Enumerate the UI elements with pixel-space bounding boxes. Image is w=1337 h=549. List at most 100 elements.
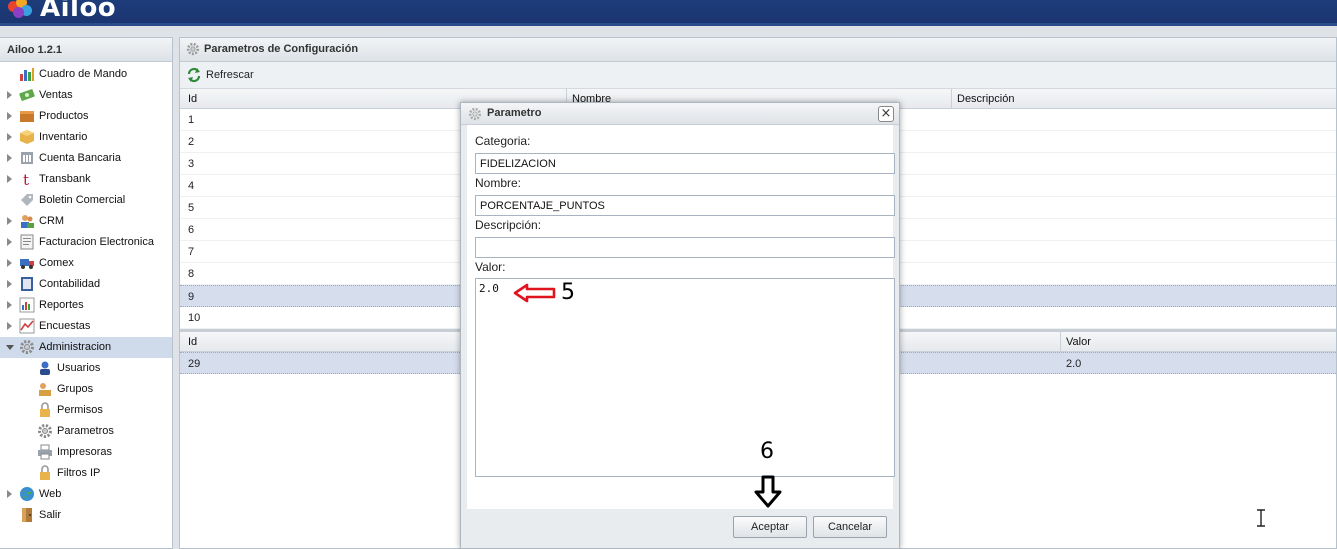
- sidebar-item-label: Transbank: [39, 173, 91, 185]
- sidebar-item-transbank[interactable]: t Transbank: [0, 169, 172, 190]
- down-arrow-icon: [754, 475, 782, 508]
- nav-list: Cuadro de Mando Ventas Productos Inventario…: [0, 62, 172, 526]
- expand-arrow-icon[interactable]: [7, 301, 12, 309]
- expand-arrow-icon[interactable]: [7, 217, 12, 225]
- gear-icon: [468, 107, 482, 121]
- invoice-icon: [19, 234, 35, 250]
- expand-arrow-icon[interactable]: [7, 259, 12, 267]
- expanded-arrow-icon[interactable]: [6, 345, 14, 350]
- sidebar-item-facturacion-electronica[interactable]: Facturacion Electronica: [0, 232, 172, 253]
- sidebar-item-web[interactable]: Web: [0, 484, 172, 505]
- valor-textarea[interactable]: 2.0: [475, 278, 895, 477]
- dialog-form: Categoria: Nombre: Descripción: Valor: 2…: [467, 125, 895, 509]
- app-header: Ailoo: [0, 0, 1337, 26]
- sidebar-item-grupos[interactable]: Grupos: [0, 379, 172, 400]
- expand-arrow-icon[interactable]: [7, 154, 12, 162]
- lock-icon: [37, 402, 53, 418]
- sidebar-item-usuarios[interactable]: Usuarios: [0, 358, 172, 379]
- cell-id: 9: [188, 291, 195, 303]
- cell-id: 3: [188, 158, 195, 170]
- sidebar-item-contabilidad[interactable]: Contabilidad: [0, 274, 172, 295]
- sidebar-item-comex[interactable]: Comex: [0, 253, 172, 274]
- box-icon: [19, 108, 35, 124]
- ledger-icon: [19, 276, 35, 292]
- transbank-icon: t: [19, 171, 35, 189]
- categoria-label: Categoria:: [475, 134, 531, 148]
- sidebar-item-label: CRM: [39, 215, 65, 227]
- lock-icon: [37, 465, 53, 481]
- expand-arrow-icon[interactable]: [7, 238, 12, 246]
- cell-id: 1: [188, 114, 195, 126]
- page-title: Parametros de Configuración: [204, 43, 359, 55]
- column-id[interactable]: Id: [188, 93, 197, 105]
- column-valor[interactable]: Valor: [1066, 336, 1091, 348]
- column-id[interactable]: Id: [188, 336, 197, 348]
- door-icon: [19, 507, 35, 523]
- cell-id: 4: [188, 180, 195, 192]
- sidebar-item-impresoras[interactable]: Impresoras: [0, 442, 172, 463]
- sidebar-item-label: Web: [39, 488, 62, 500]
- sidebar-item-label: Permisos: [57, 404, 103, 416]
- cell-id: 7: [188, 246, 195, 258]
- refresh-label: Refrescar: [206, 69, 254, 81]
- sidebar-item-filtros-ip[interactable]: Filtros IP: [0, 463, 172, 484]
- sidebar-item-label: Impresoras: [57, 446, 113, 458]
- cell-id: 29: [188, 358, 201, 370]
- sidebar-item-parametros[interactable]: Parametros: [0, 421, 172, 442]
- globe-icon: [19, 486, 35, 502]
- refresh-button[interactable]: Refrescar: [186, 67, 254, 83]
- sidebar-title: Ailoo 1.2.1: [0, 38, 172, 62]
- sidebar-item-label: Boletin Comercial: [39, 194, 126, 206]
- gear-icon: [37, 423, 53, 439]
- group-icon: [37, 381, 53, 397]
- sidebar-item-label: Facturacion Electronica: [39, 236, 154, 248]
- panel-header: Parametros de Configuración: [180, 38, 1336, 62]
- truck-icon: [19, 255, 35, 271]
- expand-arrow-icon[interactable]: [7, 175, 12, 183]
- package-icon: [19, 129, 35, 145]
- sidebar-item-cuadro-de-mando[interactable]: Cuadro de Mando: [0, 64, 172, 85]
- expand-arrow-icon[interactable]: [7, 112, 12, 120]
- sidebar-item-crm[interactable]: CRM: [0, 211, 172, 232]
- sidebar-item-boletin-comercial[interactable]: Boletin Comercial: [0, 190, 172, 211]
- expand-arrow-icon[interactable]: [7, 322, 12, 330]
- sidebar-item-label: Productos: [39, 110, 89, 122]
- dialog-titlebar[interactable]: Parametro ×: [461, 103, 899, 125]
- sidebar-item-label: Grupos: [57, 383, 94, 395]
- dialog-title: Parametro: [487, 107, 542, 119]
- expand-arrow-icon[interactable]: [7, 91, 12, 99]
- descripcion-field[interactable]: [475, 237, 895, 258]
- cancel-button[interactable]: Cancelar: [813, 516, 887, 538]
- text-cursor-icon: [1257, 509, 1265, 527]
- sidebar-item-salir[interactable]: Salir: [0, 505, 172, 526]
- sidebar-item-label: Parametros: [57, 425, 114, 437]
- cell-valor: 2.0: [1066, 358, 1082, 370]
- close-button[interactable]: ×: [878, 106, 894, 122]
- accept-button[interactable]: Aceptar: [733, 516, 807, 538]
- report-icon: [19, 297, 35, 313]
- toolbar: Refrescar: [180, 62, 1336, 89]
- expand-arrow-icon[interactable]: [7, 280, 12, 288]
- column-descripcion[interactable]: Descripción: [957, 93, 1014, 105]
- expand-arrow-icon[interactable]: [7, 133, 12, 141]
- sidebar-item-administracion[interactable]: Administracion: [0, 337, 172, 358]
- categoria-field[interactable]: [475, 153, 895, 174]
- sidebar-item-label: Administracion: [39, 341, 112, 353]
- sidebar-item-label: Inventario: [39, 131, 88, 143]
- expand-arrow-icon[interactable]: [7, 490, 12, 498]
- sidebar-item-encuestas[interactable]: Encuestas: [0, 316, 172, 337]
- annotation-step-6: 6: [760, 439, 774, 464]
- sidebar-item-cuenta-bancaria[interactable]: Cuenta Bancaria: [0, 148, 172, 169]
- money-icon: [19, 87, 35, 103]
- sidebar-item-label: Encuestas: [39, 320, 91, 332]
- sidebar-item-permisos[interactable]: Permisos: [0, 400, 172, 421]
- people-icon: [19, 213, 35, 229]
- nombre-field[interactable]: [475, 195, 895, 216]
- logo-text: Ailoo: [40, 0, 117, 23]
- sidebar-item-label: Cuadro de Mando: [39, 68, 128, 80]
- sidebar-item-inventario[interactable]: Inventario: [0, 127, 172, 148]
- sidebar-item-ventas[interactable]: Ventas: [0, 85, 172, 106]
- sidebar-item-label: Reportes: [39, 299, 84, 311]
- sidebar-item-productos[interactable]: Productos: [0, 106, 172, 127]
- sidebar-item-reportes[interactable]: Reportes: [0, 295, 172, 316]
